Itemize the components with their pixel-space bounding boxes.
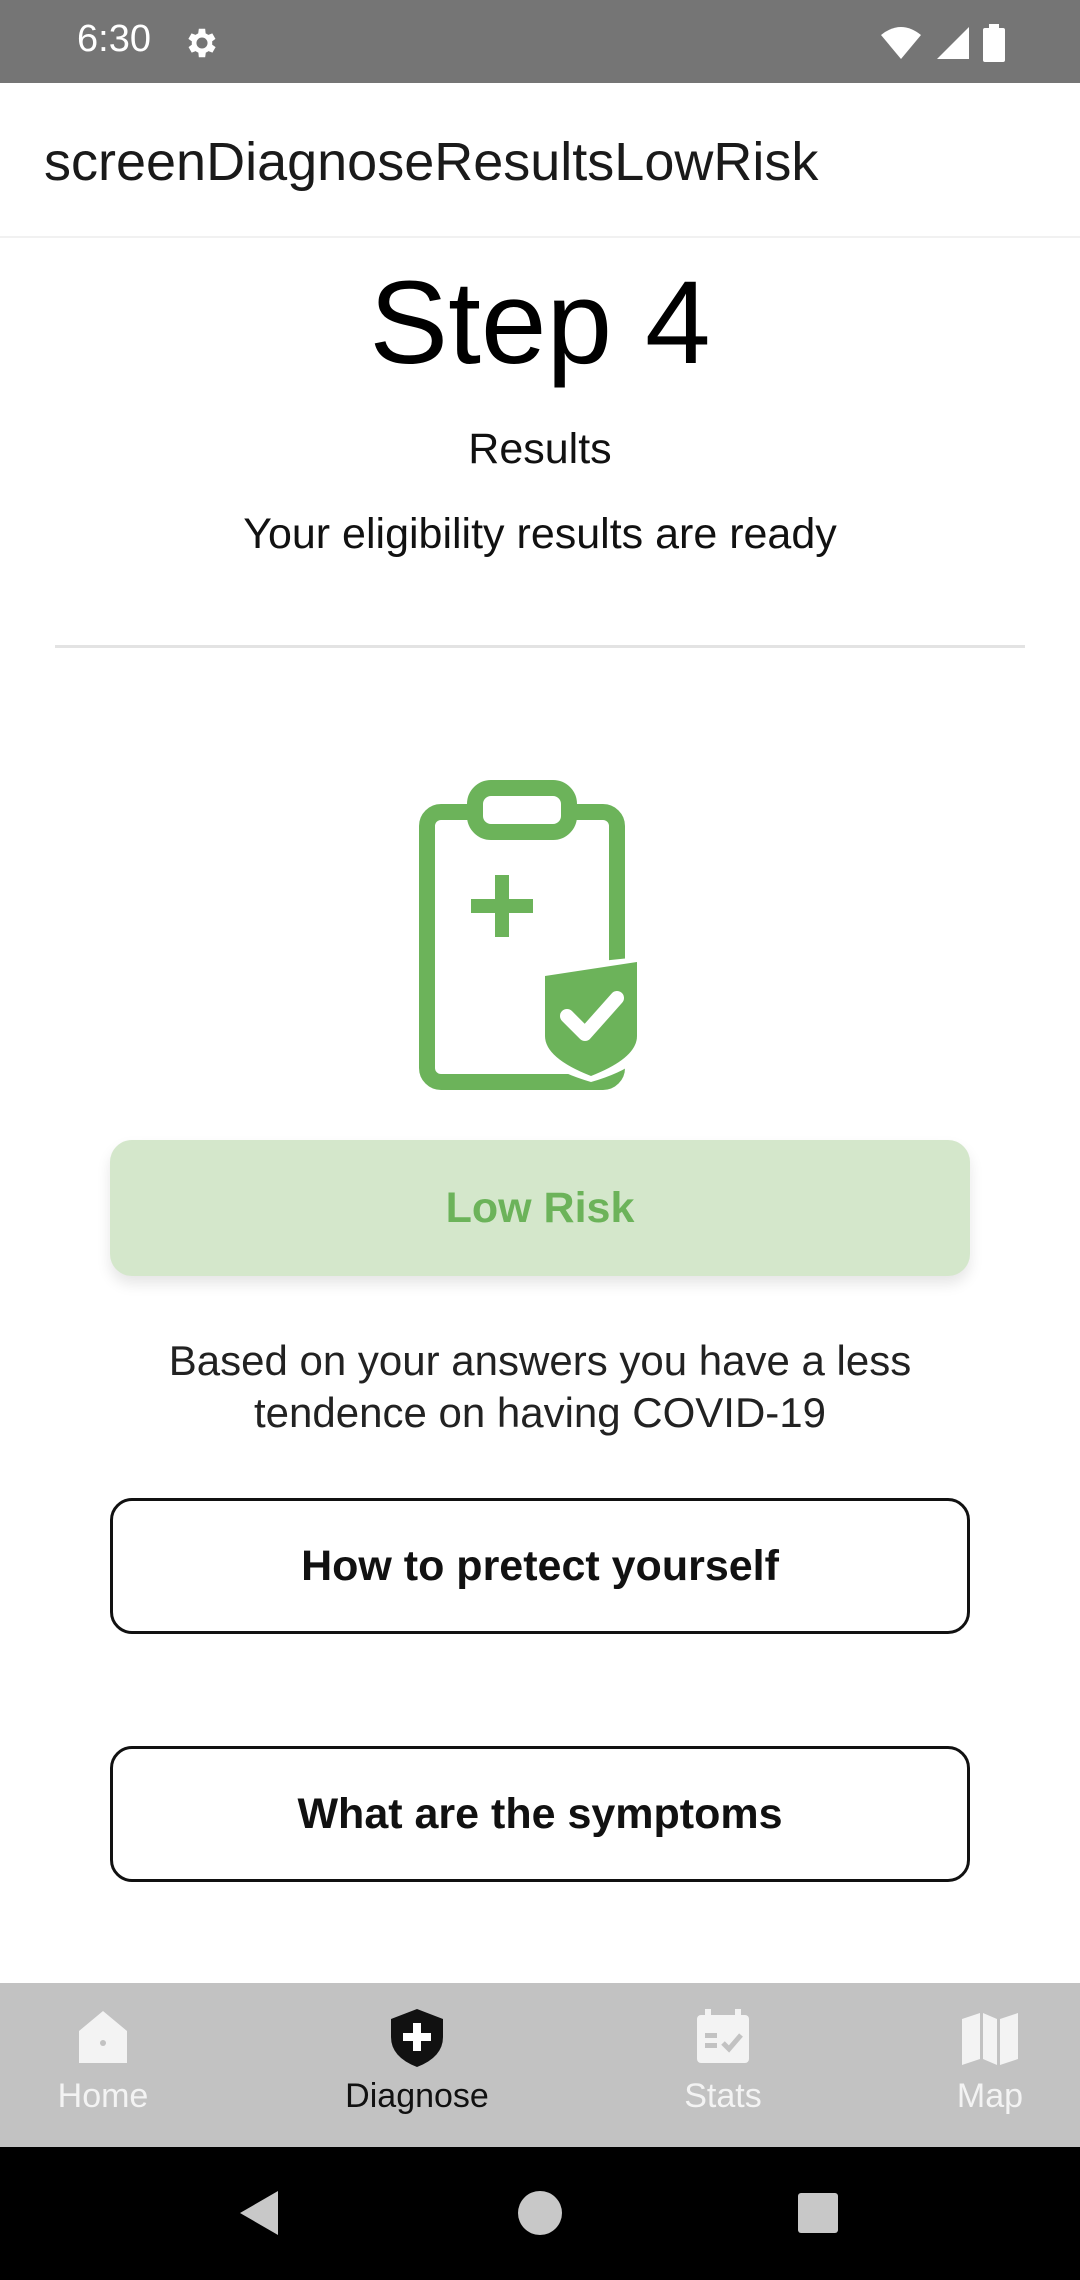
step-title: Step 4 (369, 257, 711, 389)
app-title: screenDiagnoseResultsLowRisk (44, 132, 819, 192)
status-time: 6:30 (77, 18, 151, 60)
divider (55, 645, 1025, 648)
risk-level-badge: Low Risk (110, 1140, 970, 1276)
home-icon (79, 2011, 127, 2063)
results-label: Results (468, 425, 612, 473)
clipboard-shield-check-icon (419, 780, 649, 1090)
nav-item-map[interactable]: Map (890, 1983, 1080, 2147)
symptoms-button[interactable]: What are the symptoms (110, 1746, 970, 1882)
wifi-icon (881, 27, 921, 59)
map-icon (962, 2013, 1018, 2065)
nav-label-home: Home (57, 2077, 149, 2115)
battery-icon (983, 24, 1005, 62)
recents-square-icon[interactable] (790, 2185, 846, 2241)
app-bar: screenDiagnoseResultsLowRisk (0, 83, 1080, 238)
advice-text: Based on your answers you have a less te… (168, 1337, 912, 1436)
nav-item-stats[interactable]: Stats (623, 1983, 823, 2147)
nav-label-stats: Stats (684, 2077, 762, 2115)
nav-item-home[interactable]: Home (3, 1983, 203, 2147)
shield-plus-icon (391, 2009, 443, 2067)
diagnose-results-screen: 6:30 screenDiagnoseResultsLowRisk Step 4… (0, 0, 1080, 2280)
nav-label-diagnose: Diagnose (345, 2077, 489, 2115)
how-to-protect-button[interactable]: How to pretect yourself (110, 1498, 970, 1634)
settings-gear-icon (188, 28, 216, 58)
status-bar: 6:30 (0, 0, 1080, 83)
back-icon[interactable] (232, 2185, 288, 2241)
home-circle-icon[interactable] (512, 2185, 568, 2241)
nav-item-diagnose[interactable]: Diagnose (317, 1983, 517, 2147)
system-nav-bar (0, 2147, 1080, 2280)
nav-label-map: Map (956, 2077, 1024, 2115)
status-indicators (879, 24, 1005, 62)
eligibility-text: Your eligibility results are ready (243, 510, 837, 558)
cell-signal-icon (937, 27, 969, 59)
bottom-nav: Home Diagnose Stats Map (0, 1983, 1080, 2147)
calendar-check-icon (697, 2009, 749, 2063)
